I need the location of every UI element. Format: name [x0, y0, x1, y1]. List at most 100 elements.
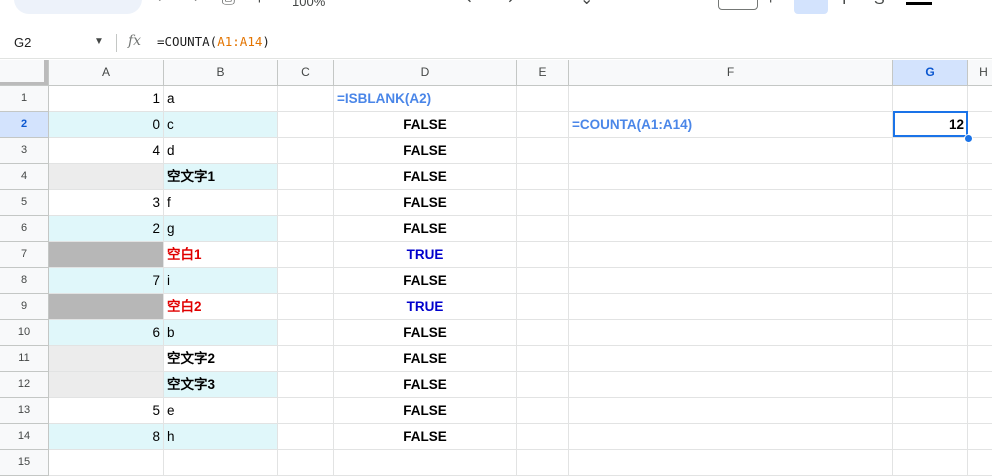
cell-f13[interactable] [569, 398, 893, 424]
cell-f1[interactable] [569, 86, 893, 112]
font-select-icon[interactable]: ⌄ [580, 0, 593, 8]
cell-d11[interactable]: FALSE [334, 346, 517, 372]
cell-a1[interactable]: 1 [49, 86, 164, 112]
print-icon[interactable]: ⎙ [222, 0, 235, 8]
cell-b2[interactable]: c [164, 112, 278, 138]
cell-f14[interactable] [569, 424, 893, 450]
cell-c9[interactable] [278, 294, 334, 320]
cell-c12[interactable] [278, 372, 334, 398]
cell-c7[interactable] [278, 242, 334, 268]
cell-b6[interactable]: g [164, 216, 278, 242]
cell-d14[interactable]: FALSE [334, 424, 517, 450]
cell-c11[interactable] [278, 346, 334, 372]
cell-b11[interactable]: 空文字2 [164, 346, 278, 372]
cell-g1[interactable] [893, 86, 968, 112]
cell-g9[interactable] [893, 294, 968, 320]
cell-h8[interactable] [968, 268, 992, 294]
cell-d9[interactable]: TRUE [334, 294, 517, 320]
cell-d3[interactable]: FALSE [334, 138, 517, 164]
cell-g14[interactable] [893, 424, 968, 450]
formula-input[interactable]: =COUNTA(A1:A14) [157, 34, 270, 49]
bold-button[interactable] [794, 0, 828, 14]
column-header-c[interactable]: C [278, 60, 334, 86]
cell-b7[interactable]: 空白1 [164, 242, 278, 268]
cell-d13[interactable]: FALSE [334, 398, 517, 424]
cell-h10[interactable] [968, 320, 992, 346]
column-header-a[interactable]: A [49, 60, 164, 86]
cell-c2[interactable] [278, 112, 334, 138]
row-header-12[interactable]: 12 [0, 372, 49, 398]
column-header-g[interactable]: G [893, 60, 968, 86]
cell-d1[interactable]: =ISBLANK(A2) [334, 86, 517, 112]
cell-d12[interactable]: FALSE [334, 372, 517, 398]
cell-d15[interactable] [334, 450, 517, 476]
cell-h9[interactable] [968, 294, 992, 320]
row-header-8[interactable]: 8 [0, 268, 49, 294]
cell-e6[interactable] [517, 216, 569, 242]
cell-f8[interactable] [569, 268, 893, 294]
increase-decimal-icon[interactable]: ⇢ [500, 0, 513, 8]
cell-b13[interactable]: e [164, 398, 278, 424]
cell-d6[interactable]: FALSE [334, 216, 517, 242]
cell-g6[interactable] [893, 216, 968, 242]
strikethrough-icon[interactable]: S [874, 0, 885, 8]
cell-h4[interactable] [968, 164, 992, 190]
cell-a2[interactable]: 0 [49, 112, 164, 138]
column-header-h[interactable]: H [968, 60, 992, 86]
column-header-d[interactable]: D [334, 60, 517, 86]
cell-h12[interactable] [968, 372, 992, 398]
cell-g7[interactable] [893, 242, 968, 268]
row-header-5[interactable]: 5 [0, 190, 49, 216]
cell-e13[interactable] [517, 398, 569, 424]
cell-a7[interactable] [49, 242, 164, 268]
cell-a10[interactable]: 6 [49, 320, 164, 346]
redo-icon[interactable]: ↷ [186, 0, 199, 8]
font-size-input[interactable] [718, 0, 758, 10]
zoom-select[interactable]: 100% [292, 0, 325, 10]
undo-icon[interactable]: ↶ [156, 0, 169, 8]
cell-h1[interactable] [968, 86, 992, 112]
cell-f3[interactable] [569, 138, 893, 164]
cell-c1[interactable] [278, 86, 334, 112]
cell-h15[interactable] [968, 450, 992, 476]
cell-g10[interactable] [893, 320, 968, 346]
cell-e10[interactable] [517, 320, 569, 346]
cell-e8[interactable] [517, 268, 569, 294]
cell-e14[interactable] [517, 424, 569, 450]
column-header-e[interactable]: E [517, 60, 569, 86]
cell-d4[interactable]: FALSE [334, 164, 517, 190]
cell-a14[interactable]: 8 [49, 424, 164, 450]
row-header-10[interactable]: 10 [0, 320, 49, 346]
cell-f10[interactable] [569, 320, 893, 346]
cell-d8[interactable]: FALSE [334, 268, 517, 294]
cell-h11[interactable] [968, 346, 992, 372]
paint-format-icon[interactable]: ⌐ [258, 0, 267, 8]
cell-h13[interactable] [968, 398, 992, 424]
cell-e12[interactable] [517, 372, 569, 398]
decrease-decimal-icon[interactable]: ⇠ [466, 0, 479, 8]
cell-e1[interactable] [517, 86, 569, 112]
cell-a13[interactable]: 5 [49, 398, 164, 424]
cell-f9[interactable] [569, 294, 893, 320]
cell-h5[interactable] [968, 190, 992, 216]
row-header-15[interactable]: 15 [0, 450, 49, 476]
cell-c3[interactable] [278, 138, 334, 164]
cell-a3[interactable]: 4 [49, 138, 164, 164]
cell-d10[interactable]: FALSE [334, 320, 517, 346]
cell-h7[interactable] [968, 242, 992, 268]
cell-a5[interactable]: 3 [49, 190, 164, 216]
cell-e9[interactable] [517, 294, 569, 320]
cell-g12[interactable] [893, 372, 968, 398]
row-header-4[interactable]: 4 [0, 164, 49, 190]
row-header-7[interactable]: 7 [0, 242, 49, 268]
cell-d7[interactable]: TRUE [334, 242, 517, 268]
cell-e15[interactable] [517, 450, 569, 476]
increase-font-size-icon[interactable]: + [766, 0, 775, 8]
cell-e4[interactable] [517, 164, 569, 190]
cell-c15[interactable] [278, 450, 334, 476]
cell-g13[interactable] [893, 398, 968, 424]
cell-b8[interactable]: i [164, 268, 278, 294]
cell-b3[interactable]: d [164, 138, 278, 164]
cell-c10[interactable] [278, 320, 334, 346]
row-header-6[interactable]: 6 [0, 216, 49, 242]
